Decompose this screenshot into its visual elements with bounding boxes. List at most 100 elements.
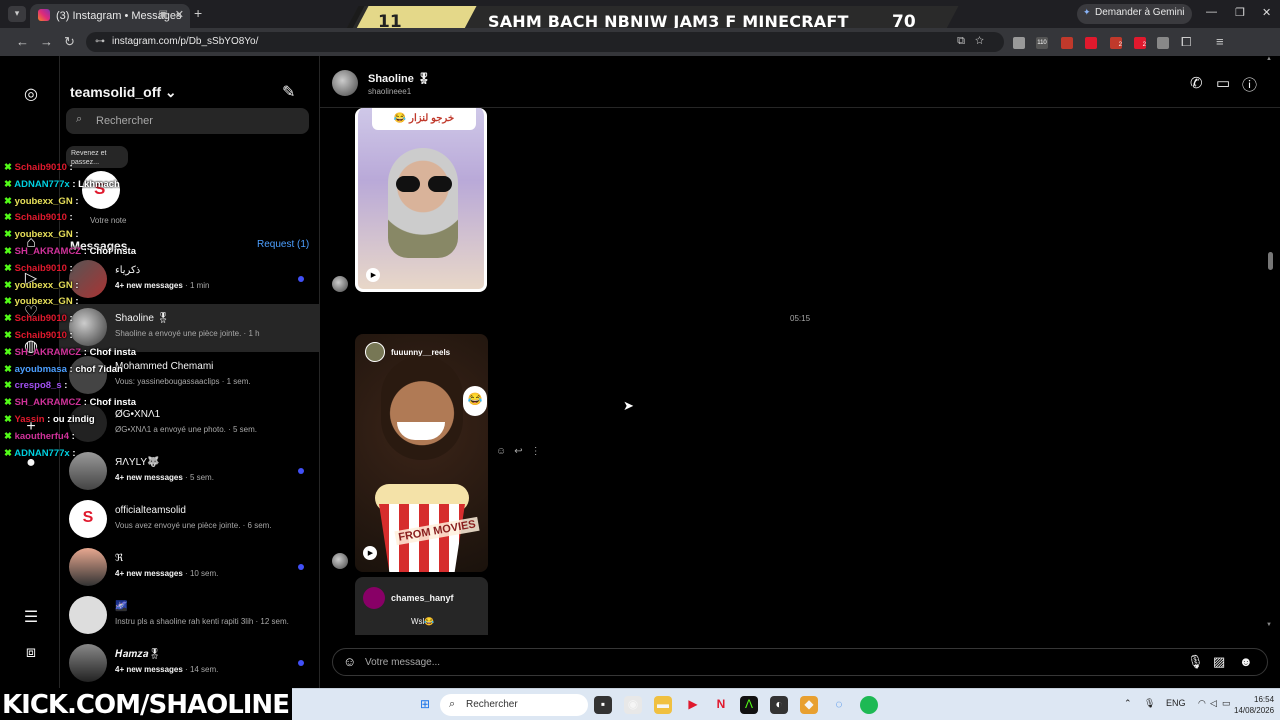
site-info-icon[interactable]: ⊶	[95, 36, 105, 47]
conversation-item-active[interactable]: Shaoline 🎖 Shaoline a envoyé une pièce j…	[60, 304, 320, 352]
default-avatar	[69, 596, 107, 634]
play-icon[interactable]: ▶	[366, 268, 380, 282]
edge-icon[interactable]: ◌	[830, 696, 848, 714]
extension-badge-2-icon[interactable]: 2	[1134, 37, 1146, 49]
more-menu-icon[interactable]: ☰	[22, 607, 40, 627]
avatar	[69, 548, 107, 586]
conversation-item[interactable]: S officialteamsolid Vous avez envoyé une…	[60, 496, 320, 544]
image-upload-icon[interactable]: ▨	[1213, 654, 1225, 670]
new-message-icon[interactable]: ✎	[282, 82, 295, 102]
language-indicator[interactable]: ENG	[1166, 698, 1186, 708]
scroll-up-arrow-icon[interactable]: ▲	[1266, 56, 1272, 62]
message-input[interactable]: Votre message...	[365, 657, 440, 668]
taskbar-search-input[interactable]: ⌕ Rechercher	[440, 694, 588, 716]
minimize-icon[interactable]: —	[1206, 6, 1217, 18]
profile-rail-icon[interactable]: ●	[22, 454, 40, 472]
conversation-item[interactable]: 🌌 Instru pls a shaoline rah kenti rapiti…	[60, 592, 320, 640]
unread-dot	[298, 276, 304, 282]
sticker-icon[interactable]: ☻	[1239, 654, 1253, 669]
extension-m-icon[interactable]	[1013, 37, 1025, 49]
spotify-icon[interactable]	[860, 696, 878, 714]
video-call-icon[interactable]: ▭	[1216, 74, 1230, 92]
scroll-thumb[interactable]	[1268, 252, 1273, 270]
install-and-bookmark-icons[interactable]: ⧉☆	[957, 35, 994, 48]
reel-thumbnail-person	[381, 356, 463, 460]
chat-scrollbar[interactable]: ▲ ▼	[1266, 56, 1274, 636]
notifications-heart-icon[interactable]: ♡	[22, 302, 40, 322]
address-bar[interactable]: ⊶ instagram.com/p/Db_sSbYO8Yo/ ⧉☆	[86, 32, 1004, 52]
gemini-button[interactable]: Demander à Gemini	[1077, 4, 1193, 24]
explore-icon[interactable]: ◍	[22, 336, 40, 356]
reading-list-icon[interactable]: ≡	[1216, 34, 1224, 49]
youtube-icon[interactable]: ▶	[684, 696, 702, 714]
extension-grey-icon[interactable]	[1157, 37, 1169, 49]
shared-post-card[interactable]: chames_hanyf Wsl😂	[355, 577, 488, 635]
extension-red-icon[interactable]	[1061, 37, 1073, 49]
volume-icon[interactable]: ◁	[1210, 698, 1217, 709]
brave-icon[interactable]: ◆	[800, 696, 818, 714]
note-avatar[interactable]	[82, 171, 120, 209]
reload-icon[interactable]: ↻	[64, 34, 75, 50]
extensions-puzzle-icon[interactable]: ⧠	[1181, 34, 1191, 50]
tab-media-icon[interactable]: ▣	[159, 9, 168, 20]
taskbar-search-placeholder: Rechercher	[466, 699, 518, 710]
conversation-item[interactable]: ØG•XNΛ1 ØG•XNΛ1 a envoyé une photo. · 5 …	[60, 400, 320, 448]
note-bubble[interactable]: Revenez et passez...	[66, 146, 128, 168]
contact-avatar[interactable]	[332, 70, 358, 96]
shared-reel-1[interactable]: 😂 خرجو لنزار ▶	[355, 108, 487, 292]
window-close-icon[interactable]: ✕	[1262, 6, 1271, 19]
windows-start-icon[interactable]: ⊞	[416, 696, 434, 714]
conversation-item[interactable]: Mohammed Chemami Vous: yassinebougassaac…	[60, 352, 320, 400]
forward-icon[interactable]: →	[40, 34, 53, 49]
meta-apps-icon[interactable]: ⧈	[22, 644, 40, 662]
extension-youtube-icon[interactable]	[1085, 37, 1097, 49]
extension-counter-icon[interactable]: 110	[1036, 37, 1048, 49]
maximize-icon[interactable]: ❐	[1235, 6, 1245, 19]
conversation-time: · 6 sem.	[240, 521, 272, 530]
conversation-preview-text: Shaoline a envoyé une pièce jointe.	[115, 329, 242, 338]
chrome-icon[interactable]: ◉	[624, 696, 642, 714]
search-input[interactable]: ⌕ Rechercher	[66, 108, 309, 134]
conversation-preview: 4+ new messages · 1 min	[115, 281, 210, 290]
new-tab-button[interactable]: +	[194, 5, 202, 21]
conversation-item[interactable]: ذكرياء 4+ new messages · 1 min	[60, 256, 320, 304]
audio-call-icon[interactable]: ✆	[1190, 74, 1203, 92]
wifi-icon[interactable]: ◠	[1198, 698, 1206, 709]
browser-tab[interactable]: (3) Instagram • Messages ▣ ✕	[30, 4, 190, 28]
conversation-name: ØG•XNΛ1	[115, 409, 161, 420]
message-composer[interactable]: ☺ Votre message... 🎙 ▨ ☻	[332, 648, 1268, 676]
tab-close-icon[interactable]: ✕	[175, 8, 184, 21]
reels-icon[interactable]: ▷	[22, 268, 40, 288]
app-icon[interactable]: Ʌ	[740, 696, 758, 714]
mic-tray-icon[interactable]: 🎙	[1144, 698, 1155, 709]
microphone-icon[interactable]: 🎙	[1187, 654, 1204, 670]
tab-list-button[interactable]: ▾	[8, 6, 26, 22]
battery-icon[interactable]: ▭	[1222, 698, 1231, 709]
instagram-logo-icon[interactable]: ◎	[22, 84, 40, 104]
back-icon[interactable]: ←	[16, 34, 29, 49]
play-icon[interactable]: ▶	[363, 546, 377, 560]
avatar	[69, 452, 107, 490]
conversation-item[interactable]: 𝑯𝒂𝒎𝒛𝒂🎖 4+ new messages · 14 sem.	[60, 640, 320, 688]
file-explorer-icon[interactable]: ▬	[654, 696, 672, 714]
taskbar-clock[interactable]: 16:54 14/08/2026	[1234, 694, 1274, 716]
scroll-down-arrow-icon[interactable]: ▼	[1266, 622, 1272, 628]
extension-badge-icon[interactable]: 2	[1110, 37, 1122, 49]
conversation-info-icon[interactable]: ⓘ	[1242, 74, 1257, 95]
tray-overflow-icon[interactable]: ⌃	[1124, 698, 1132, 709]
home-icon[interactable]: ⌂	[22, 234, 40, 252]
task-view-icon[interactable]: ▪	[594, 696, 612, 714]
conversation-preview: 4+ new messages · 10 sem.	[115, 569, 218, 578]
obs-icon[interactable]: ◐	[770, 696, 788, 714]
shared-reel-2[interactable]: fuuunny__reels 😂 FROM MOVIES ▶	[355, 334, 488, 572]
contact-name[interactable]: Shaoline 🎖	[368, 72, 431, 85]
message-actions[interactable]: ☺↩⋮	[496, 446, 549, 457]
create-plus-icon[interactable]: +	[22, 418, 40, 436]
conversation-name: 🌌	[115, 601, 128, 612]
conversation-item[interactable]: ℜ 4+ new messages · 10 sem.	[60, 544, 320, 592]
account-username[interactable]: teamsolid_off ⌄	[70, 84, 177, 101]
netflix-icon[interactable]: N	[712, 696, 730, 714]
message-requests-link[interactable]: Request (1)	[257, 239, 309, 250]
conversation-item[interactable]: ЯΛYLY🐺 4+ new messages · 5 sem.	[60, 448, 320, 496]
emoji-picker-icon[interactable]: ☺	[343, 654, 356, 669]
